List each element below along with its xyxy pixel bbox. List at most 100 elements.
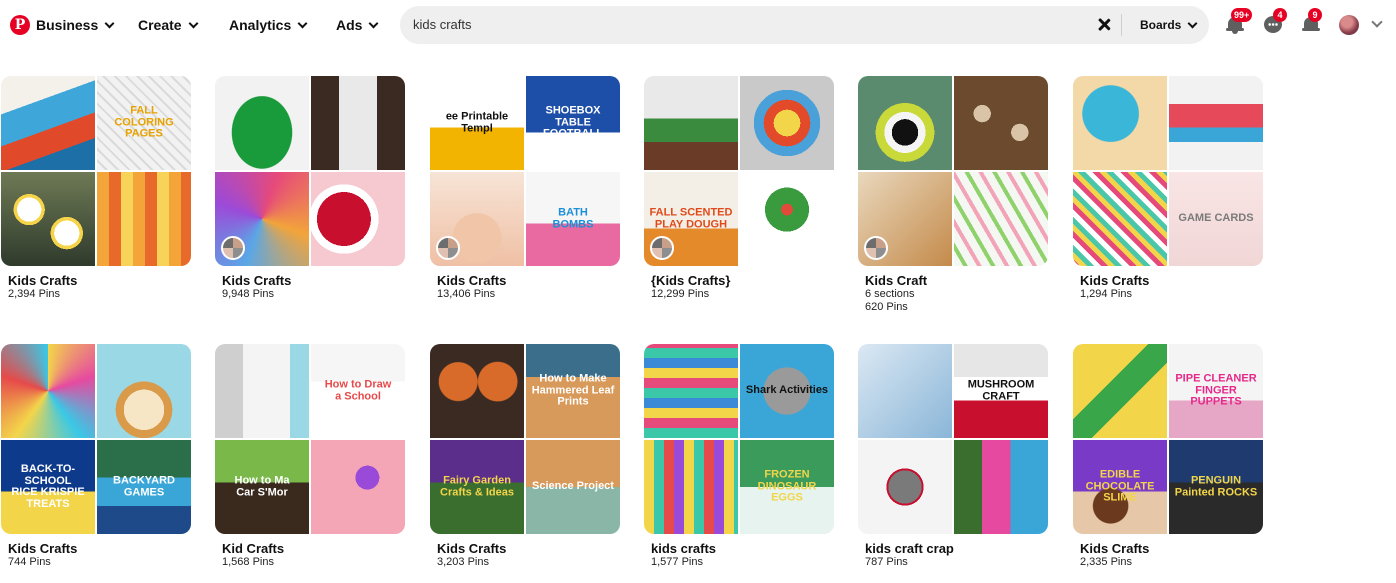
board-title[interactable]: kids craft crap [865,541,1048,556]
board-collage[interactable]: ee Printable Templ SHOEBOX TABLE FOOTBALL… [430,76,620,266]
chevron-down-icon [369,18,379,28]
board-collage[interactable]: FALL COLORING PAGES [1,76,191,266]
board-cover-image [430,344,524,438]
board-title[interactable]: kids crafts [651,541,834,556]
board-cover-image [740,172,834,266]
image-caption: SHOEBOX TABLE FOOTBALL [543,104,603,140]
nav-analytics[interactable]: Analytics [229,16,308,34]
close-icon[interactable] [1093,14,1115,36]
board-card[interactable]: MUSHROOM CRAFT kids craft crap 787 Pins [858,344,1048,569]
chevron-down-icon [188,18,199,28]
board-cover-image [215,76,309,170]
board-collage[interactable] [215,76,405,266]
pinterest-logo[interactable]: P [10,15,30,35]
search-bar[interactable]: kids crafts Boards [400,6,1209,44]
image-caption: FALL SCENTED PLAY DOUGH [649,206,733,230]
chevron-down-icon [104,18,115,28]
board-collage[interactable]: MUSHROOM CRAFT [858,344,1048,534]
board-title[interactable]: Kids Crafts [437,541,620,556]
image-caption: BACK-TO-SCHOOL RICE KRISPIE TREATS [11,462,85,510]
image-caption: Fairy Garden Crafts & Ideas [440,474,514,498]
board-pin-count: 9,948 Pins [222,288,274,300]
board-collage[interactable]: BACK-TO-SCHOOL RICE KRISPIE TREATS BACKYA… [1,344,191,534]
board-cover-image [97,172,191,266]
board-cover-image [644,440,738,534]
search-scope-dropdown[interactable]: Boards [1140,18,1198,32]
board-card[interactable]: FALL SCENTED PLAY DOUGH {Kids Crafts} 12,2… [644,76,834,301]
board-card[interactable]: BACK-TO-SCHOOL RICE KRISPIE TREATS BACKYA… [1,344,191,569]
board-pin-count: 12,299 Pins [651,288,710,300]
board-title[interactable]: Kids Crafts [8,273,191,288]
board-cover-image [1073,344,1167,438]
board-pin-count: 6 sections [865,288,915,300]
image-caption: BACKYARD GAMES [113,474,175,498]
image-caption: PENGUIN Painted ROCKS [1174,474,1258,498]
board-collage[interactable]: Shark Activities FROZEN DINOSAUR EGGS [644,344,834,534]
board-pin-count: 744 Pins [8,556,51,568]
board-card[interactable]: How to Draw a School How to Ma Car S'Mor K… [215,344,405,569]
board-title[interactable]: Kids Crafts [1080,273,1263,288]
board-cover-image [311,172,405,266]
board-title[interactable]: Kids Crafts [8,541,191,556]
board-card[interactable]: ee Printable Templ SHOEBOX TABLE FOOTBALL… [430,76,620,301]
board-card[interactable]: Kids Crafts 9,948 Pins [215,76,405,301]
board-cover-image: BACKYARD GAMES [97,440,191,534]
board-card[interactable]: Shark Activities FROZEN DINOSAUR EGGS kids… [644,344,834,569]
collaborator-avatar [221,236,245,260]
board-card[interactable]: GAME CARDS Kids Crafts 1,294 Pins [1073,76,1263,301]
board-collage[interactable]: PIPE CLEANER FINGER PUPPETS EDIBLE CHOCOL… [1073,344,1263,534]
board-collage[interactable]: How to Make Hammered Leaf Prints Fairy Ga… [430,344,620,534]
image-caption: Shark Activities [745,384,829,397]
chevron-down-icon[interactable] [1371,16,1383,28]
board-title[interactable]: Kid Crafts [222,541,405,556]
board-pin-count: 1,294 Pins [1080,288,1132,300]
nav-ads-label: Ads [336,17,363,33]
board-cover-image: How to Draw a School [311,344,405,438]
board-card[interactable]: FALL COLORING PAGES Kids Crafts 2,394 Pins [1,76,191,301]
board-cover-image: SHOEBOX TABLE FOOTBALL [526,76,620,170]
board-title[interactable]: {Kids Crafts} [651,273,834,288]
nav-create-label: Create [138,17,182,33]
board-title[interactable]: Kids Crafts [437,273,620,288]
board-cover-image [1073,76,1167,170]
board-cover-image [1,76,95,170]
bell-icon-clapper [1232,31,1238,34]
bell-icon[interactable]: 99+ [1225,8,1253,35]
board-pin-count: 3,203 Pins [437,556,489,568]
board-cover-image: How to Make Hammered Leaf Prints [526,344,620,438]
board-collage[interactable] [858,76,1048,266]
board-collage[interactable]: How to Draw a School How to Ma Car S'Mor [215,344,405,534]
search-input[interactable]: kids crafts [413,17,472,32]
chat-icon[interactable]: 4 [1263,8,1287,35]
chat-icon-dots [1268,23,1278,26]
board-collage[interactable]: GAME CARDS [1073,76,1263,266]
board-cover-image [1169,76,1263,170]
nav-ads[interactable]: Ads [336,16,379,34]
board-cover-image [858,344,952,438]
board-collage[interactable]: FALL SCENTED PLAY DOUGH [644,76,834,266]
messages-badge: 4 [1273,8,1287,22]
collaborator-avatar [864,236,888,260]
avatar[interactable] [1339,15,1359,35]
board-cover-image: Shark Activities [740,344,834,438]
board-card[interactable]: PIPE CLEANER FINGER PUPPETS EDIBLE CHOCOL… [1073,344,1263,569]
board-cover-image: ee Printable Templ [430,76,524,170]
board-card[interactable]: Kids Craft 6 sections 620 Pins [858,76,1048,314]
updates-badge: 9 [1308,8,1322,22]
board-cover-image: FROZEN DINOSAUR EGGS [740,440,834,534]
board-cover-image: PIPE CLEANER FINGER PUPPETS [1169,344,1263,438]
board-card[interactable]: How to Make Hammered Leaf Prints Fairy Ga… [430,344,620,569]
nav-business[interactable]: Business [36,16,115,34]
nav-create[interactable]: Create [138,16,199,34]
board-title[interactable]: Kids Crafts [222,273,405,288]
board-cover-image: BACK-TO-SCHOOL RICE KRISPIE TREATS [1,440,95,534]
image-caption: MUSHROOM CRAFT [967,378,1035,402]
nav-analytics-label: Analytics [229,17,292,33]
board-cover-image [311,76,405,170]
board-pin-count: 1,577 Pins [651,556,703,568]
board-cover-image [858,440,952,534]
board-cover-image: PENGUIN Painted ROCKS [1169,440,1263,534]
board-title[interactable]: Kids Crafts [1080,541,1263,556]
board-title[interactable]: Kids Craft [865,273,1048,288]
megaphone-icon[interactable]: 9 [1301,8,1322,35]
